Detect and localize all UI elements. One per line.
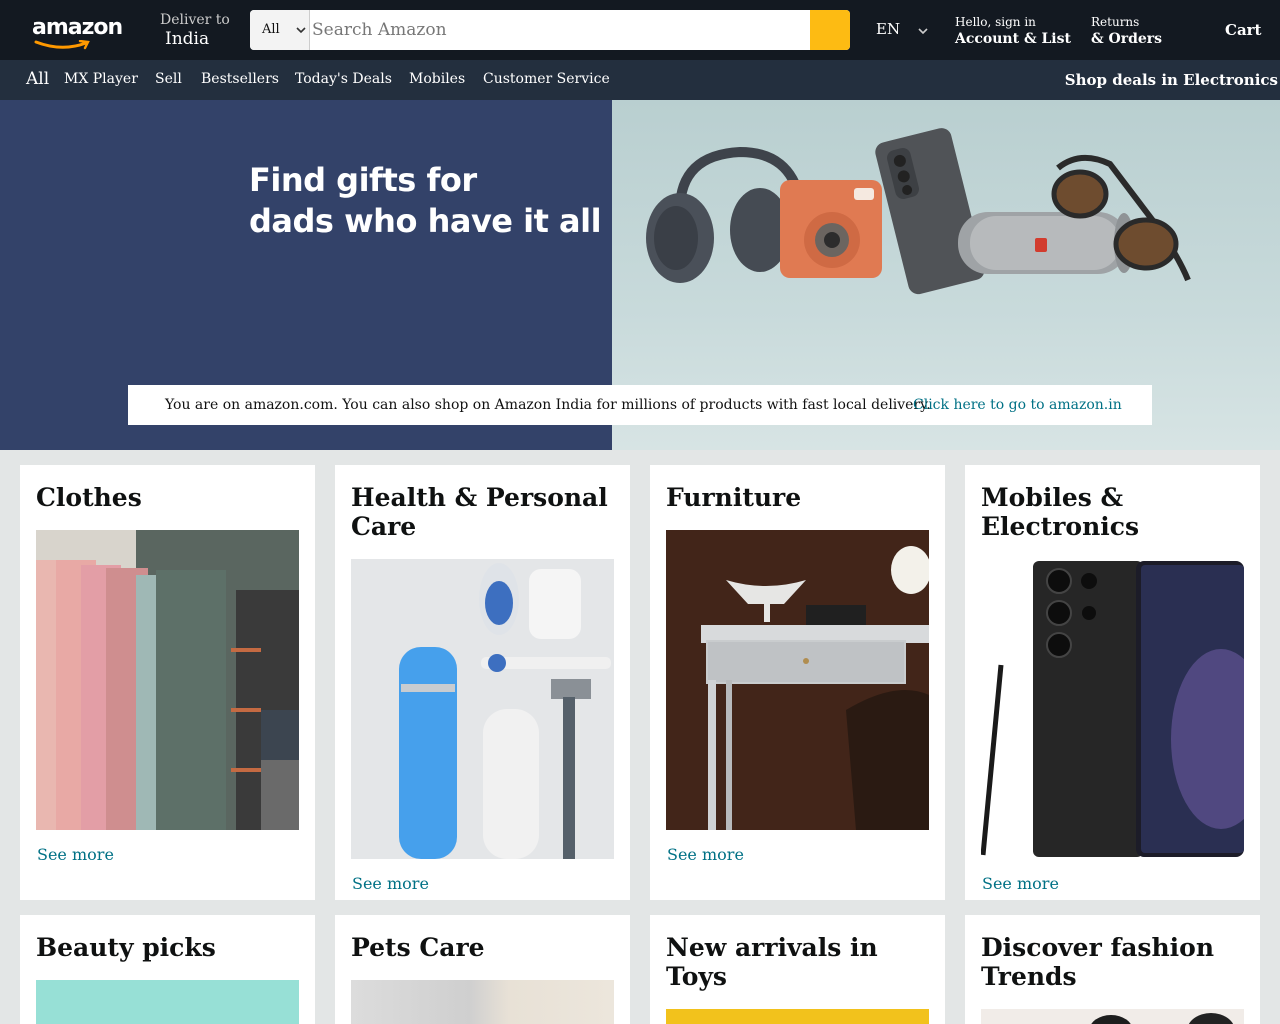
see-more-link[interactable]: See more bbox=[982, 874, 1059, 893]
nav-item-customer-service[interactable]: Customer Service bbox=[483, 71, 610, 87]
hero-products-image bbox=[646, 128, 1191, 295]
orders-label: & Orders bbox=[1091, 31, 1163, 47]
category-card-furniture: Furniture See more bbox=[650, 465, 945, 900]
see-more-link[interactable]: See more bbox=[37, 845, 114, 864]
chevron-down-icon bbox=[296, 27, 306, 34]
cart-button[interactable]: Cart bbox=[1225, 21, 1262, 39]
instant-camera-image bbox=[780, 180, 882, 278]
account-menu[interactable]: Hello, sign in Account & List bbox=[955, 15, 1071, 49]
category-card-fashion: Discover fashion Trends bbox=[965, 915, 1260, 1024]
nav-item-sell[interactable]: Sell bbox=[155, 71, 182, 87]
clothes-image[interactable] bbox=[36, 530, 299, 830]
deliver-location: India bbox=[165, 29, 210, 49]
card-title: Health & Personal Care bbox=[351, 483, 608, 541]
nav-item-mobiles[interactable]: Mobiles bbox=[409, 71, 465, 87]
language-selector[interactable]: EN bbox=[876, 20, 928, 38]
returns-orders[interactable]: Returns & Orders bbox=[1091, 15, 1162, 49]
see-more-link[interactable]: See more bbox=[352, 874, 429, 893]
category-card-health: Health & Personal Care See more bbox=[335, 465, 630, 900]
health-image[interactable] bbox=[351, 559, 614, 859]
deliver-to[interactable]: Deliver to India bbox=[160, 10, 230, 48]
nav-item-todays-deals[interactable]: Today's Deals bbox=[295, 71, 392, 87]
sub-nav: All MX Player Sell Bestsellers Today's D… bbox=[0, 60, 1280, 100]
beauty-image[interactable] bbox=[36, 980, 299, 1024]
category-card-beauty: Beauty picks bbox=[20, 915, 315, 1024]
search-category-label: All bbox=[262, 22, 280, 37]
top-nav: amazon Deliver to India All EN Hello, si… bbox=[0, 0, 1280, 60]
cart-label: Cart bbox=[1225, 21, 1262, 39]
fashion-image[interactable] bbox=[981, 1009, 1244, 1024]
search-category-select[interactable]: All bbox=[250, 10, 310, 50]
promo-link-electronics[interactable]: Shop deals in Electronics bbox=[1065, 71, 1278, 89]
chevron-down-icon bbox=[918, 28, 928, 35]
pets-image[interactable] bbox=[351, 980, 614, 1024]
card-title: Beauty picks bbox=[36, 933, 216, 962]
amazon-logo[interactable]: amazon bbox=[28, 14, 123, 50]
logo-smile-icon bbox=[34, 40, 90, 50]
card-title: Clothes bbox=[36, 483, 142, 512]
deliver-label: Deliver to bbox=[160, 12, 230, 28]
mobiles-image-art bbox=[981, 559, 1244, 859]
card-title: Mobiles & Electronics bbox=[981, 483, 1140, 541]
all-menu-button[interactable]: All bbox=[26, 69, 49, 89]
account-label: Account & List bbox=[955, 31, 1071, 47]
furniture-image-art bbox=[666, 530, 929, 830]
search-button[interactable] bbox=[810, 10, 850, 50]
card-title: New arrivals in Toys bbox=[666, 933, 878, 991]
search-input[interactable] bbox=[310, 10, 810, 50]
card-title: Discover fashion Trends bbox=[981, 933, 1215, 991]
toys-image[interactable] bbox=[666, 1009, 929, 1024]
logo-text: amazon bbox=[32, 15, 123, 40]
furniture-image[interactable] bbox=[666, 530, 929, 830]
hero-headline-line1: Find gifts for bbox=[249, 161, 477, 199]
hero-headline-line2: dads who have it all bbox=[249, 202, 602, 240]
hero-headline: Find gifts for dads who have it all bbox=[249, 160, 602, 242]
category-card-clothes: Clothes See more bbox=[20, 465, 315, 900]
smartphone-image bbox=[875, 128, 985, 295]
amazon-in-link[interactable]: Click here to go to amazon.in bbox=[913, 397, 1122, 413]
fashion-image-art bbox=[1091, 1013, 1234, 1024]
returns-label: Returns bbox=[1091, 15, 1140, 29]
search-bar: All bbox=[250, 10, 850, 50]
language-label: EN bbox=[876, 20, 901, 38]
speaker-image bbox=[958, 212, 1134, 274]
clothes-image-art bbox=[36, 530, 299, 830]
nav-item-mx-player[interactable]: MX Player bbox=[64, 71, 138, 87]
category-card-pets: Pets Care bbox=[335, 915, 630, 1024]
headphones-image bbox=[646, 146, 805, 283]
health-image-art bbox=[351, 559, 614, 859]
see-more-link[interactable]: See more bbox=[667, 845, 744, 864]
card-title: Pets Care bbox=[351, 933, 485, 962]
category-card-toys: New arrivals in Toys bbox=[650, 915, 945, 1024]
locale-notice-bar: You are on amazon.com. You can also shop… bbox=[128, 385, 1152, 425]
nav-item-bestsellers[interactable]: Bestsellers bbox=[201, 71, 279, 87]
mobiles-image[interactable] bbox=[981, 559, 1244, 859]
account-greeting: Hello, sign in bbox=[955, 15, 1036, 29]
category-card-mobiles: Mobiles & Electronics See more bbox=[965, 465, 1260, 900]
card-title: Furniture bbox=[666, 483, 802, 512]
locale-notice-message: You are on amazon.com. You can also shop… bbox=[165, 397, 931, 413]
